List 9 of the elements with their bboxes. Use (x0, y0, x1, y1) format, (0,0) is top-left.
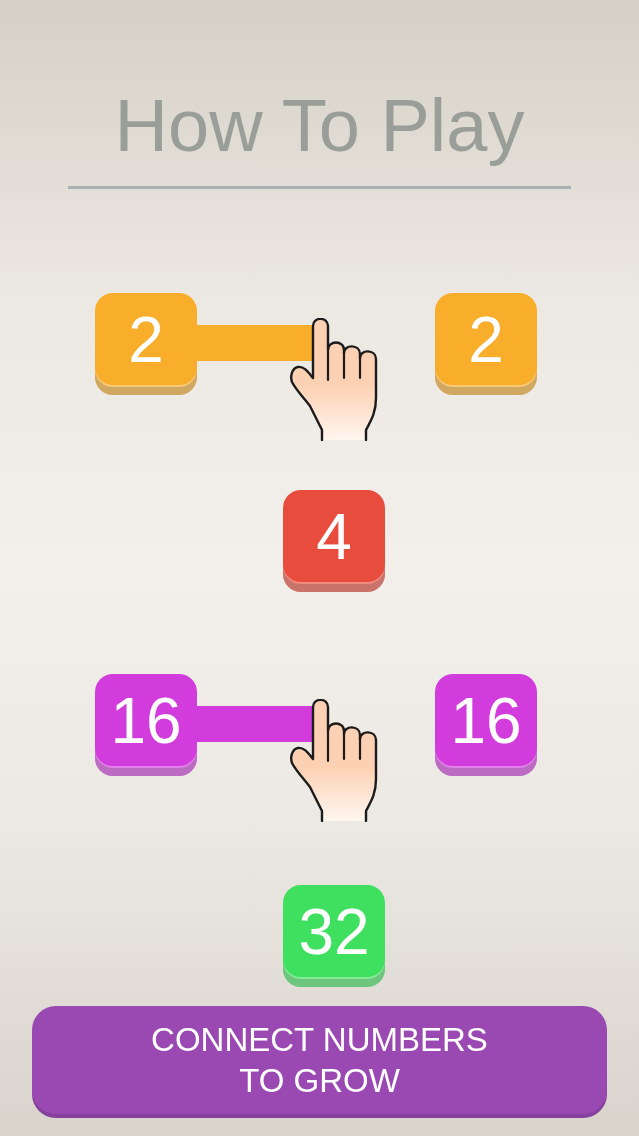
number-tile: 4 (283, 490, 385, 592)
number-tile: 32 (283, 885, 385, 987)
number-tile: 16 (95, 674, 197, 776)
number-tile: 2 (95, 293, 197, 395)
pointing-hand-icon (290, 318, 378, 441)
instruction-button[interactable]: CONNECT NUMBERS TO GROW (32, 1006, 607, 1118)
number-tile: 16 (435, 674, 537, 776)
number-tile: 2 (435, 293, 537, 395)
pointing-hand-icon (290, 699, 378, 822)
